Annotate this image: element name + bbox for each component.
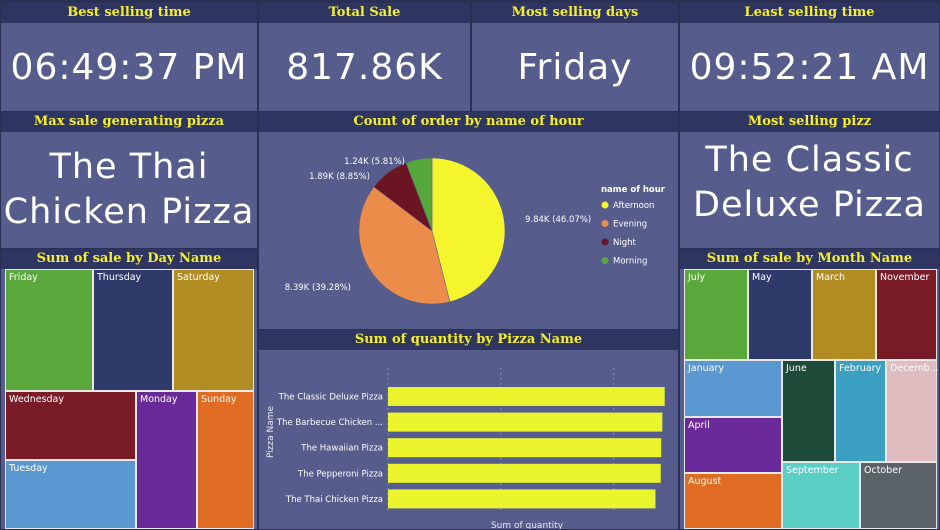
- card-line-2: Deluxe Pizza: [693, 185, 926, 225]
- treemap-tile-january[interactable]: January: [684, 360, 782, 417]
- legend-marker: [601, 257, 609, 264]
- kpi-title: Best selling time: [1, 3, 257, 23]
- chart-title: Count of order by name of hour: [259, 112, 678, 132]
- tile-label: Monday: [140, 394, 178, 405]
- tile-label: October: [864, 465, 903, 476]
- kpi-title: Least selling time: [680, 3, 939, 23]
- legend-item-night[interactable]: Night: [613, 238, 637, 248]
- tile-label: September: [786, 465, 839, 476]
- treemap-tile-march[interactable]: March: [812, 269, 876, 360]
- legend-marker: [601, 238, 609, 246]
- month-treemap[interactable]: July May March November January June February D…: [684, 269, 939, 529]
- kpi-title: Total Sale: [259, 3, 470, 23]
- treemap-title: Sum of sale by Day Name: [1, 249, 257, 269]
- card-line-2: Chicken Pizza: [3, 192, 255, 232]
- tile-label: Friday: [9, 272, 38, 283]
- treemap-tile-june[interactable]: June: [782, 360, 835, 462]
- tile-label: May: [752, 272, 772, 283]
- legend-title: name of hour: [601, 185, 666, 195]
- y-tick-label: The Barbecue Chicken ...: [276, 418, 383, 428]
- bar-chart-panel[interactable]: Sum of quantity by Pizza Name The Classi…: [258, 329, 679, 530]
- tile-label: July: [688, 272, 706, 283]
- bar-chart[interactable]: The Classic Deluxe Pizza The Barbecue Chi…: [259, 350, 679, 530]
- pie-data-label: 9.84K (46.07%): [525, 215, 591, 225]
- y-tick-label: The Pepperoni Pizza: [297, 469, 383, 479]
- card-title: Most selling pizz: [680, 112, 939, 132]
- tile-label: February: [839, 363, 882, 374]
- kpi-value: Friday: [517, 46, 633, 88]
- kpi-title: Most selling days: [472, 3, 678, 23]
- month-treemap-panel[interactable]: Sum of sale by Month Name July May March No…: [679, 248, 940, 530]
- bar[interactable]: [388, 387, 665, 406]
- legend-marker: [601, 220, 609, 227]
- treemap-tile-september[interactable]: September: [782, 462, 860, 529]
- tile-label: August: [688, 476, 722, 487]
- most-selling-pizza-card: Most selling pizz The Classic Deluxe Pizz…: [679, 111, 940, 249]
- y-tick-label: The Classic Deluxe Pizza: [278, 393, 383, 403]
- pie-data-label: 8.39K (39.28%): [285, 283, 351, 293]
- chart-title: Sum of quantity by Pizza Name: [259, 330, 678, 350]
- tile-label: Tuesday: [9, 463, 48, 474]
- treemap-tile-saturday[interactable]: Saturday: [173, 269, 254, 391]
- legend-item-evening[interactable]: Evening: [613, 220, 647, 230]
- kpi-best-selling-time: Best selling time 06:49:37 PM: [0, 2, 258, 112]
- treemap-tile-july[interactable]: July: [684, 269, 748, 360]
- treemap-tile-october[interactable]: October: [860, 462, 937, 529]
- tile-label: Thursday: [97, 272, 142, 283]
- treemap-tile-sunday[interactable]: Sunday: [197, 391, 254, 529]
- y-axis-label: Pizza Name: [266, 405, 276, 458]
- treemap-tile-november[interactable]: November: [876, 269, 937, 360]
- day-treemap[interactable]: Friday Thursday Saturday Wednesday Monday Sun…: [5, 269, 254, 529]
- treemap-tile-august[interactable]: August: [684, 473, 782, 529]
- card-title: Max sale generating pizza: [1, 112, 257, 132]
- treemap-tile-decemb[interactable]: Decemb...: [886, 360, 939, 462]
- card-value: The Thai Chicken Pizza: [1, 132, 257, 248]
- bar[interactable]: [388, 438, 662, 458]
- card-line-1: The Classic: [705, 140, 914, 180]
- kpi-least-selling-time: Least selling time 09:52:21 AM: [679, 2, 940, 112]
- treemap-tile-wednesday[interactable]: Wednesday: [5, 391, 136, 460]
- tile-label: January: [688, 363, 725, 374]
- legend-item-afternoon[interactable]: Afternoon: [613, 201, 654, 211]
- kpi-value: 817.86K: [286, 46, 443, 88]
- tile-label: November: [880, 272, 930, 283]
- y-tick-label: The Hawaiian Pizza: [300, 444, 383, 454]
- legend-item-morning[interactable]: Morning: [613, 257, 647, 267]
- treemap-tile-february[interactable]: February: [835, 360, 886, 462]
- y-tick-label: The Thai Chicken Pizza: [285, 495, 383, 505]
- bar[interactable]: [388, 463, 661, 483]
- kpi-value: 09:52:21 AM: [689, 46, 930, 88]
- pie-data-label: 1.24K (5.81%): [344, 157, 405, 167]
- max-sale-pizza-card: Max sale generating pizza The Thai Chicke…: [0, 111, 258, 249]
- treemap-tile-may[interactable]: May: [748, 269, 812, 360]
- tile-label: April: [688, 420, 710, 431]
- kpi-most-selling-days: Most selling days Friday: [471, 2, 679, 112]
- bar[interactable]: [388, 412, 663, 432]
- treemap-tile-friday[interactable]: Friday: [5, 269, 93, 391]
- treemap-tile-thursday[interactable]: Thursday: [93, 269, 173, 391]
- treemap-tile-monday[interactable]: Monday: [136, 391, 197, 529]
- tile-label: Sunday: [201, 394, 237, 405]
- tile-label: Saturday: [177, 272, 220, 283]
- treemap-tile-tuesday[interactable]: Tuesday: [5, 460, 136, 529]
- tile-label: Decemb...: [890, 363, 939, 374]
- legend-marker: [601, 201, 609, 209]
- treemap-tile-april[interactable]: April: [684, 417, 782, 473]
- pie-data-label: 1.89K (8.85%): [309, 172, 370, 182]
- tile-label: March: [816, 272, 845, 283]
- x-axis-label: Sum of quantity: [491, 521, 564, 530]
- bar[interactable]: [388, 489, 656, 509]
- card-line-1: The Thai: [49, 147, 209, 187]
- pie-chart-panel[interactable]: Count of order by name of hour 9.84K (46…: [258, 111, 679, 330]
- pie-chart[interactable]: 9.84K (46.07%) 8.39K (39.28%) 1.89K (8.85%…: [259, 132, 679, 330]
- treemap-title: Sum of sale by Month Name: [680, 249, 939, 269]
- tile-label: Wednesday: [9, 394, 65, 405]
- kpi-total-sale: Total Sale 817.86K: [258, 2, 471, 112]
- tile-label: June: [786, 363, 807, 374]
- card-value: The Classic Deluxe Pizza: [680, 132, 939, 248]
- day-treemap-panel[interactable]: Sum of sale by Day Name Friday Thursday Sa…: [0, 248, 258, 530]
- kpi-value: 06:49:37 PM: [10, 46, 248, 88]
